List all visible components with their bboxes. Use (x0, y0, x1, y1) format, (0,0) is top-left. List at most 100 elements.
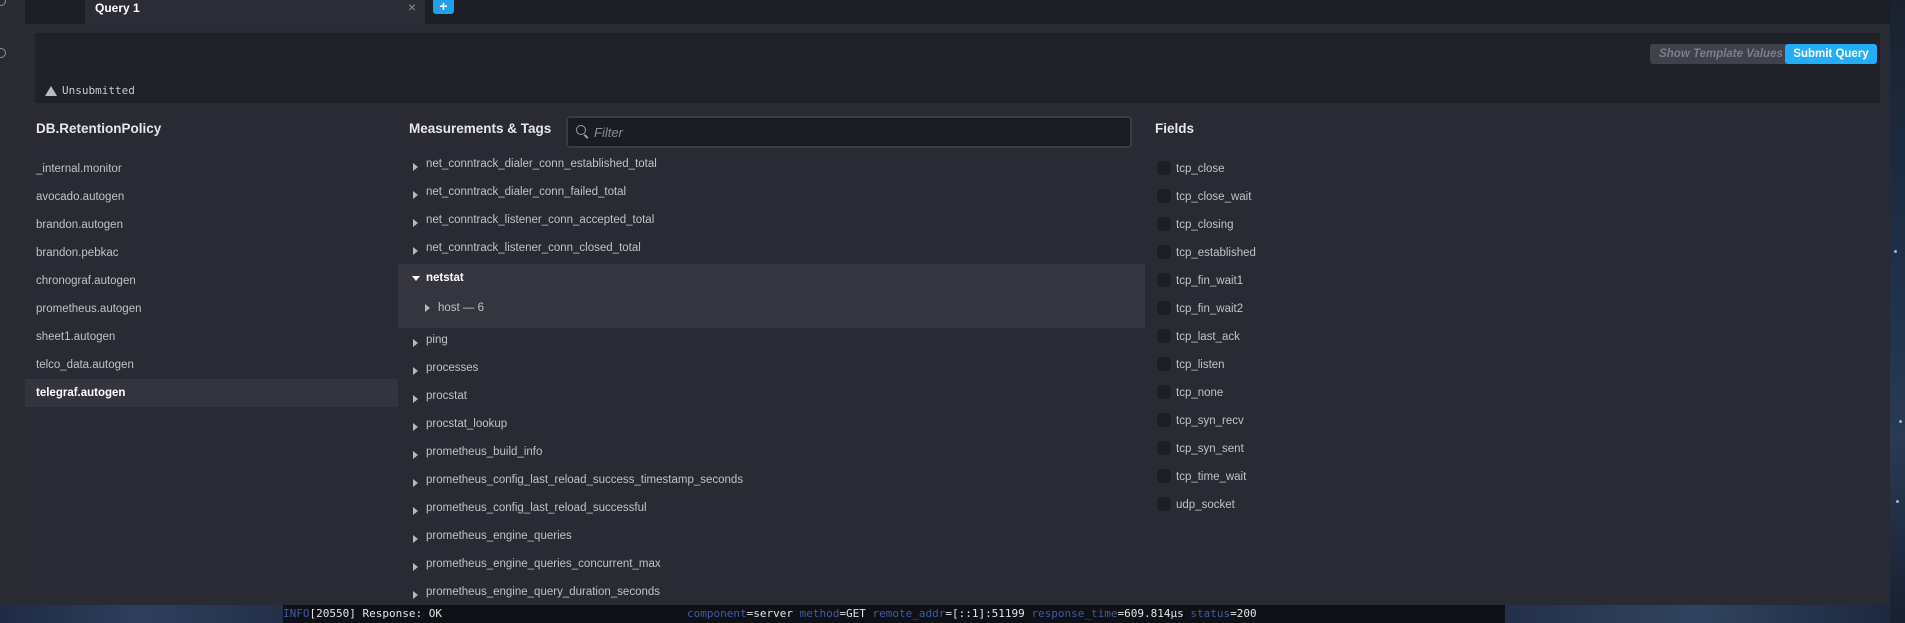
show-template-values-button[interactable]: Show Template Values (1650, 44, 1792, 64)
measurement-item[interactable]: prometheus_config_last_reload_successful (398, 496, 1145, 524)
field-checkbox[interactable] (1157, 245, 1171, 259)
background-star (1899, 420, 1902, 423)
filter-input[interactable] (592, 122, 1116, 142)
measurement-item-expanded[interactable]: netstat (398, 264, 1145, 292)
caret-right-icon (413, 219, 418, 227)
field-label: tcp_last_ack (1176, 331, 1240, 343)
submit-query-button[interactable]: Submit Query (1785, 44, 1877, 64)
measurement-item[interactable]: prometheus_engine_query_duration_seconds (398, 580, 1145, 608)
db-item[interactable]: brandon.autogen (25, 211, 398, 239)
desktop-background (1890, 0, 1905, 623)
field-checkbox[interactable] (1157, 497, 1171, 511)
field-item[interactable]: tcp_none (1155, 379, 1655, 407)
measurement-label: net_conntrack_dialer_conn_established_to… (426, 158, 657, 170)
field-item[interactable]: tcp_syn_recv (1155, 407, 1655, 435)
measurement-label: prometheus_engine_queries (426, 530, 572, 542)
field-item[interactable]: tcp_fin_wait2 (1155, 295, 1655, 323)
measurement-item[interactable]: processes (398, 356, 1145, 384)
field-item[interactable]: tcp_listen (1155, 351, 1655, 379)
tab-bar: Query 1 × + (25, 0, 1890, 24)
fields-list: tcp_close tcp_close_wait tcp_closing tcp… (1155, 155, 1655, 519)
tag-key-label: host — 6 (438, 302, 485, 314)
close-icon[interactable]: × (408, 0, 416, 15)
caret-down-icon (412, 276, 420, 281)
measurement-label: prometheus_engine_queries_concurrent_max (426, 558, 661, 570)
field-checkbox[interactable] (1157, 217, 1171, 231)
db-item-selected[interactable]: telegraf.autogen (25, 379, 398, 407)
field-item[interactable]: tcp_fin_wait1 (1155, 267, 1655, 295)
caret-right-icon (413, 479, 418, 487)
field-checkbox[interactable] (1157, 301, 1171, 315)
db-item[interactable]: chronograf.autogen (25, 267, 398, 295)
field-item[interactable]: udp_socket (1155, 491, 1655, 519)
caret-right-icon (413, 367, 418, 375)
field-checkbox[interactable] (1157, 329, 1171, 343)
edge-circle-icon (0, 0, 6, 6)
caret-right-icon (413, 451, 418, 459)
caret-right-icon (425, 304, 430, 312)
caret-right-icon (413, 191, 418, 199)
field-checkbox[interactable] (1157, 469, 1171, 483)
caret-right-icon (413, 563, 418, 571)
log-value: =server (746, 607, 793, 620)
field-item[interactable]: tcp_last_ack (1155, 323, 1655, 351)
warning-icon (45, 85, 57, 96)
field-label: tcp_close (1176, 163, 1225, 175)
db-item[interactable]: brandon.pebkac (25, 239, 398, 267)
db-item[interactable]: avocado.autogen (25, 183, 398, 211)
measurement-item[interactable]: net_conntrack_listener_conn_accepted_tot… (398, 208, 1145, 236)
log-spacer (442, 607, 687, 620)
caret-right-icon (413, 507, 418, 515)
query-editor[interactable]: Unsubmitted (35, 33, 1880, 103)
measurement-item[interactable]: ping (398, 328, 1145, 356)
measurement-label: ping (426, 334, 448, 346)
field-label: tcp_fin_wait1 (1176, 275, 1244, 287)
tab-query-1[interactable]: Query 1 × (85, 0, 425, 24)
db-item[interactable]: _internal.monitor (25, 155, 398, 183)
measurement-item[interactable]: prometheus_config_last_reload_success_ti… (398, 468, 1145, 496)
measurement-item[interactable]: net_conntrack_dialer_conn_established_to… (398, 152, 1145, 180)
field-label: tcp_close_wait (1176, 191, 1252, 203)
measurement-item[interactable]: procstat_lookup (398, 412, 1145, 440)
measurement-item[interactable]: prometheus_engine_queries (398, 524, 1145, 552)
caret-right-icon (413, 423, 418, 431)
field-checkbox[interactable] (1157, 385, 1171, 399)
field-label: tcp_none (1176, 387, 1224, 399)
caret-right-icon (413, 535, 418, 543)
field-item[interactable]: tcp_time_wait (1155, 463, 1655, 491)
log-key: response_time (1031, 607, 1118, 620)
field-item[interactable]: tcp_established (1155, 239, 1655, 267)
field-item[interactable]: tcp_syn_sent (1155, 435, 1655, 463)
db-item[interactable]: sheet1.autogen (25, 323, 398, 351)
field-checkbox[interactable] (1157, 413, 1171, 427)
db-item[interactable]: prometheus.autogen (25, 295, 398, 323)
field-label: tcp_listen (1176, 359, 1225, 371)
log-value: =[::1]:51199 (945, 607, 1025, 620)
query-builder: Query 1 × + Unsubmitted Show Template Va… (25, 0, 1890, 605)
field-label: tcp_fin_wait2 (1176, 303, 1244, 315)
measurement-label: prometheus_engine_query_duration_seconds (426, 586, 661, 598)
field-checkbox[interactable] (1157, 273, 1171, 287)
measurement-item[interactable]: net_conntrack_dialer_conn_failed_total (398, 180, 1145, 208)
measurement-item[interactable]: prometheus_build_info (398, 440, 1145, 468)
measurement-label: processes (426, 362, 479, 374)
search-icon (576, 125, 586, 135)
add-tab-button[interactable]: + (433, 0, 454, 14)
field-item[interactable]: tcp_close_wait (1155, 183, 1655, 211)
measurement-label: prometheus_config_last_reload_success_ti… (426, 474, 744, 486)
measurement-item[interactable]: procstat (398, 384, 1145, 412)
desktop-background (1505, 605, 1890, 623)
db-item[interactable]: telco_data.autogen (25, 351, 398, 379)
measurement-item[interactable]: net_conntrack_listener_conn_closed_total (398, 236, 1145, 264)
tag-key-item[interactable]: host — 6 (398, 294, 1145, 322)
measurement-label: procstat_lookup (426, 418, 508, 430)
field-checkbox[interactable] (1157, 441, 1171, 455)
field-checkbox[interactable] (1157, 189, 1171, 203)
caret-right-icon (413, 339, 418, 347)
left-window-edge (0, 0, 25, 605)
field-item[interactable]: tcp_closing (1155, 211, 1655, 239)
field-checkbox[interactable] (1157, 161, 1171, 175)
measurement-item[interactable]: prometheus_engine_queries_concurrent_max (398, 552, 1145, 580)
field-item[interactable]: tcp_close (1155, 155, 1655, 183)
field-checkbox[interactable] (1157, 357, 1171, 371)
